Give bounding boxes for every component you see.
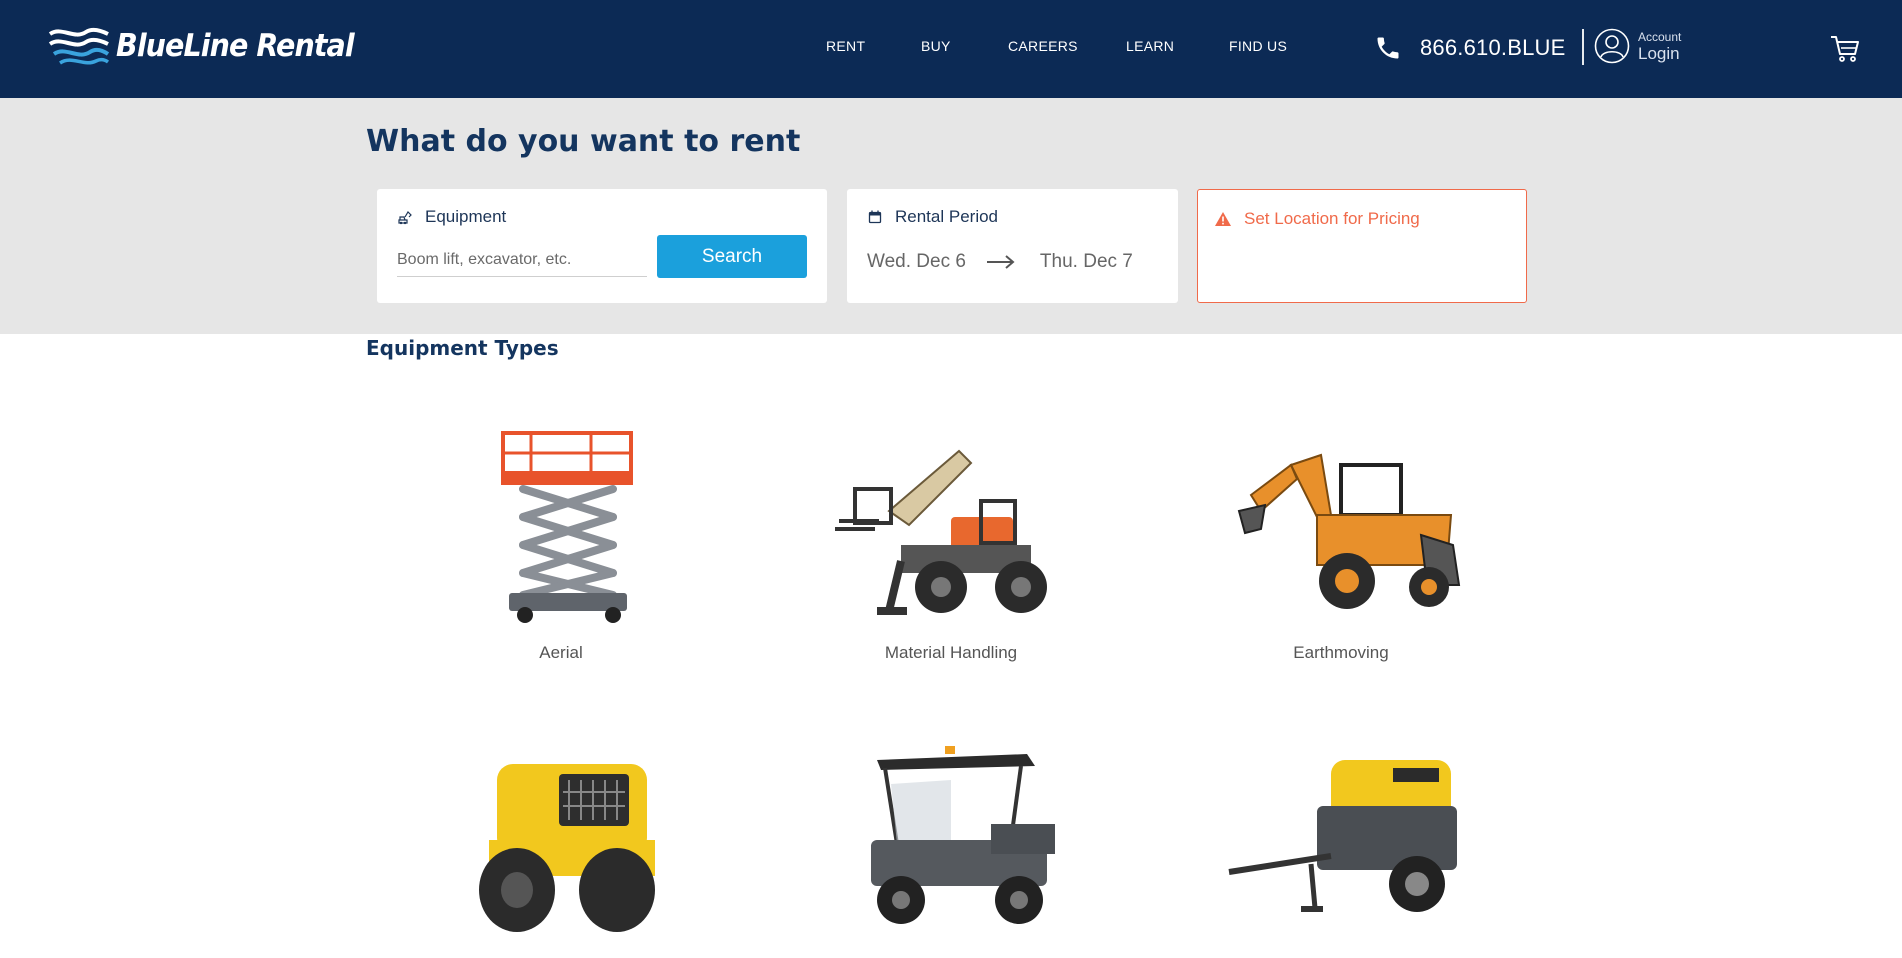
arrow-right-icon xyxy=(986,255,1015,269)
equipment-type-compaction[interactable] xyxy=(411,740,711,958)
equipment-search-input[interactable] xyxy=(397,243,647,277)
scissor-lift-image xyxy=(501,431,633,623)
header-divider xyxy=(1582,29,1584,65)
equipment-type-material-handling[interactable]: Material Handling xyxy=(801,425,1101,663)
equipment-types-title: Equipment Types xyxy=(366,336,559,360)
nav-learn[interactable]: LEARN xyxy=(1126,38,1174,54)
nav-find-us[interactable]: FIND US xyxy=(1229,38,1287,54)
blueline-logo[interactable]: BlueLine Rental xyxy=(48,26,374,66)
account-label: Account xyxy=(1638,29,1682,44)
utility-vehicle-image xyxy=(871,746,1055,924)
equipment-type-label: Aerial xyxy=(539,643,583,662)
cart-icon[interactable] xyxy=(1829,32,1861,64)
telehandler-image xyxy=(835,449,1047,615)
equipment-type-aerial[interactable]: Aerial xyxy=(411,425,711,663)
account-text: Account Login xyxy=(1638,31,1681,62)
set-location-text: Set Location for Pricing xyxy=(1244,209,1420,228)
air-compressor-image xyxy=(1228,760,1457,912)
equipment-type-air-compressor[interactable] xyxy=(1191,740,1491,958)
logo-text: BlueLine Rental xyxy=(116,28,355,64)
equipment-label: Equipment xyxy=(397,207,506,227)
set-location-label: Set Location for Pricing xyxy=(1214,209,1420,229)
site-header: BlueLine Rental RENT BUY CAREERS LEARN F… xyxy=(0,0,1902,98)
equipment-search-card: Equipment Search xyxy=(377,189,827,303)
backhoe-image xyxy=(1237,453,1461,609)
equipment-type-utility-vehicle[interactable] xyxy=(801,740,1101,958)
phone-icon xyxy=(1377,37,1399,59)
set-location-card[interactable]: Set Location for Pricing xyxy=(1197,189,1527,303)
search-button[interactable]: Search xyxy=(657,235,807,278)
phone-number: 866.610.BLUE xyxy=(1420,35,1566,60)
rental-period-card[interactable]: Rental Period Wed. Dec 6 Thu. Dec 7 xyxy=(847,189,1178,303)
excavator-icon xyxy=(398,211,412,225)
user-circle-icon xyxy=(1594,28,1630,64)
phone-link[interactable]: 866.610.BLUE xyxy=(1374,34,1566,62)
calendar-icon xyxy=(868,210,882,224)
equipment-type-label: Earthmoving xyxy=(1293,643,1389,662)
trench-roller-image xyxy=(479,764,655,932)
login-label: Login xyxy=(1638,43,1680,63)
logo-waves-icon xyxy=(48,27,110,65)
equipment-label-text: Equipment xyxy=(425,207,507,226)
rental-period-label-text: Rental Period xyxy=(895,207,999,226)
start-date[interactable]: Wed. Dec 6 xyxy=(867,251,966,273)
date-range: Wed. Dec 6 Thu. Dec 7 xyxy=(867,251,1133,273)
nav-buy[interactable]: BUY xyxy=(921,38,951,54)
account-login[interactable]: Account Login xyxy=(1594,28,1681,64)
nav-careers[interactable]: CAREERS xyxy=(1008,38,1078,54)
warning-icon xyxy=(1215,212,1231,226)
rental-period-label: Rental Period xyxy=(867,207,998,227)
equipment-type-label: Material Handling xyxy=(884,643,1018,662)
equipment-type-earthmoving[interactable]: Earthmoving xyxy=(1191,425,1491,663)
page-title: What do you want to rent xyxy=(366,124,801,159)
nav-rent[interactable]: RENT xyxy=(826,38,865,54)
end-date[interactable]: Thu. Dec 7 xyxy=(1040,251,1133,273)
